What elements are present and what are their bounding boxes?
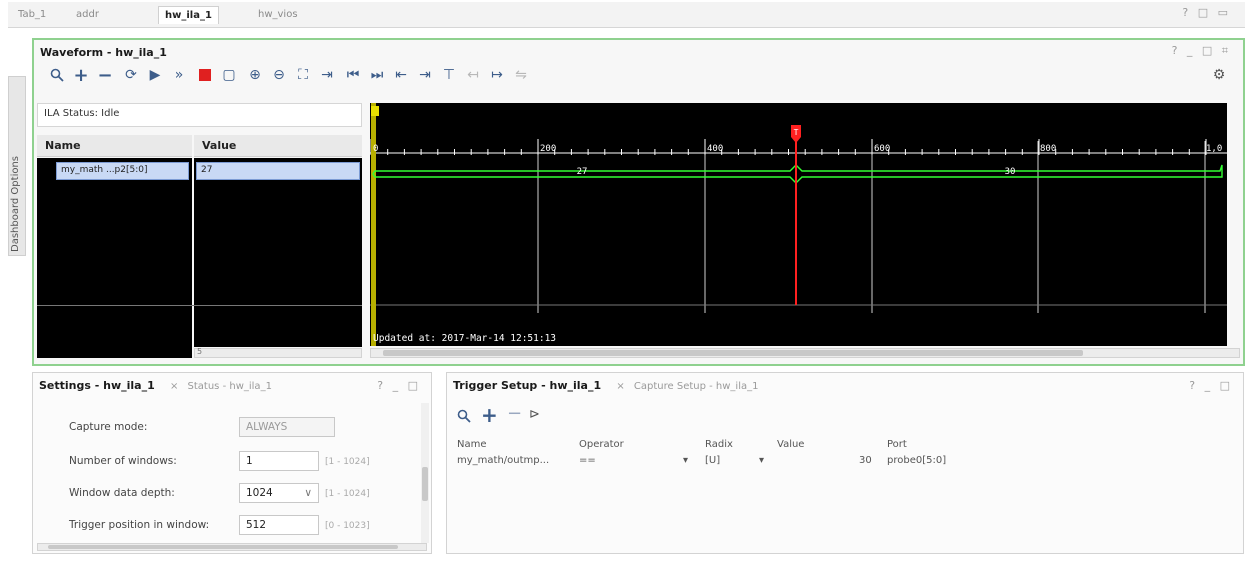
- trigger-add-icon[interactable]: +: [481, 403, 498, 427]
- number-of-windows-label: Number of windows:: [69, 455, 177, 467]
- swap-cursors-icon[interactable]: ⇋: [512, 66, 530, 84]
- trigger-search-icon[interactable]: [457, 409, 471, 427]
- next-transition-icon[interactable]: ⇥: [416, 66, 434, 84]
- stop-icon[interactable]: [196, 66, 214, 84]
- zoom-out-icon[interactable]: ⊖: [270, 66, 288, 84]
- tab-capture-setup[interactable]: Capture Setup - hw_ila_1: [634, 381, 759, 392]
- export-icon[interactable]: ▢: [220, 66, 238, 84]
- operator-chevron-icon[interactable]: ▾: [683, 455, 688, 466]
- add-icon[interactable]: +: [72, 65, 90, 86]
- run-trigger-startup-icon[interactable]: ⟳: [122, 66, 140, 84]
- name-column-body: [37, 158, 192, 358]
- ruler-tick-label: 400: [707, 144, 723, 154]
- settings-window-controls[interactable]: ? _ □: [377, 379, 421, 392]
- trigger-col-port: Port: [887, 439, 907, 450]
- trigger-tabs: Trigger Setup - hw_ila_1 × Capture Setup…: [453, 379, 1233, 392]
- gear-icon[interactable]: ⚙: [1210, 66, 1228, 84]
- radix-chevron-icon[interactable]: ▾: [759, 455, 764, 466]
- trigger-setup-panel: Trigger Setup - hw_ila_1 × Capture Setup…: [446, 372, 1244, 554]
- tab-hw-ila-1[interactable]: hw_ila_1: [158, 6, 219, 24]
- settings-tabs: Settings - hw_ila_1 × Status - hw_ila_1 …: [39, 379, 421, 392]
- scroll-left-arrow[interactable]: 5: [197, 347, 202, 356]
- ila-status: ILA Status: Idle: [37, 103, 362, 127]
- waveform-svg: T 0 200 400 600 800 1,0 27 30 Updated at…: [370, 103, 1227, 346]
- trigger-col-radix: Radix: [705, 439, 733, 450]
- capture-mode-select[interactable]: ALWAYS: [239, 417, 335, 437]
- window-data-depth-value: 1024: [246, 487, 273, 499]
- waveform-canvas[interactable]: T 0 200 400 600 800 1,0 27 30 Updated at…: [370, 103, 1227, 346]
- number-of-windows-input[interactable]: 1: [239, 451, 319, 471]
- zoom-in-icon[interactable]: ⊕: [246, 66, 264, 84]
- ruler-tick-label: 800: [1040, 144, 1056, 154]
- name-column-header[interactable]: Name: [37, 135, 192, 157]
- trigger-row-radix[interactable]: [U]: [705, 455, 720, 466]
- signal-value[interactable]: 27: [196, 162, 360, 180]
- search-icon[interactable]: [48, 66, 66, 84]
- wave-row-divider: [37, 305, 362, 306]
- ruler-tick-label: 0: [373, 144, 378, 154]
- bus-value-label: 27: [577, 167, 588, 177]
- trigger-position-label: Trigger position in window:: [69, 519, 210, 531]
- value-column-body: [194, 158, 362, 347]
- go-to-time-zero-icon[interactable]: ⏮: [344, 66, 362, 84]
- bus-value-label: 30: [1005, 167, 1016, 177]
- trigger-marker-label: T: [794, 128, 799, 137]
- ruler-tick-label: 600: [874, 144, 890, 154]
- trigger-row-name[interactable]: my_math/outmp...: [457, 455, 549, 466]
- trigger-window-controls[interactable]: ? _ □: [1189, 379, 1233, 392]
- updated-timestamp: Updated at: 2017-Mar-14 12:51:13: [373, 333, 556, 344]
- trigger-col-value: Value: [777, 439, 805, 450]
- previous-transition-icon[interactable]: ⇤: [392, 66, 410, 84]
- run-trigger-icon[interactable]: ▶: [146, 66, 164, 84]
- window-data-depth-range: [1 - 1024]: [325, 489, 370, 499]
- trigger-row-port: probe0[5:0]: [887, 455, 947, 466]
- dashboard-options-tab[interactable]: Dashboard Options: [8, 76, 26, 256]
- value-scrollbar[interactable]: 5: [194, 347, 362, 358]
- zoom-cursor-icon[interactable]: ⇥: [318, 66, 336, 84]
- window-data-depth-select[interactable]: 1024 ∨: [239, 483, 319, 503]
- settings-horizontal-scrollbar[interactable]: [37, 543, 427, 551]
- waveform-scroll-thumb[interactable]: [383, 350, 1083, 356]
- dashboard-options-label: Dashboard Options: [10, 155, 21, 252]
- tab-status[interactable]: Status - hw_ila_1: [188, 381, 272, 392]
- trigger-col-operator: Operator: [579, 439, 624, 450]
- trigger-position-range: [0 - 1023]: [325, 521, 370, 531]
- waveform-title: Waveform - hw_ila_1: [40, 46, 167, 59]
- settings-hscroll-thumb[interactable]: [48, 545, 398, 549]
- tab-hw-vios[interactable]: hw_vios: [252, 6, 304, 24]
- trigger-condition-icon[interactable]: ⊳: [529, 407, 540, 422]
- tab-trigger-setup[interactable]: Trigger Setup - hw_ila_1: [453, 379, 601, 392]
- next-marker-icon[interactable]: ↦: [488, 66, 506, 84]
- remove-icon[interactable]: −: [96, 65, 114, 86]
- capture-mode-label: Capture mode:: [69, 421, 148, 433]
- chevron-down-icon[interactable]: ∨: [304, 487, 312, 499]
- trigger-row-value[interactable]: 30: [859, 455, 872, 466]
- settings-panel: Settings - hw_ila_1 × Status - hw_ila_1 …: [32, 372, 432, 554]
- trigger-position-input[interactable]: 512: [239, 515, 319, 535]
- settings-scroll-thumb[interactable]: [422, 467, 428, 501]
- editor-tab-bar: Tab_1 addr hw_ila_1 hw_vios ? □ ▭: [8, 2, 1245, 28]
- add-marker-icon[interactable]: ⊤: [440, 66, 458, 84]
- previous-marker-icon[interactable]: ↤: [464, 66, 482, 84]
- trigger-remove-icon[interactable]: −: [507, 403, 522, 424]
- go-to-last-time-icon[interactable]: ⏭: [368, 66, 386, 84]
- number-of-windows-range: [1 - 1024]: [325, 457, 370, 467]
- settings-vertical-scrollbar[interactable]: [421, 403, 429, 543]
- value-column-header[interactable]: Value: [194, 135, 362, 157]
- ruler-tick-label: 1,0: [1206, 144, 1222, 154]
- waveform-window-controls[interactable]: ? _ □ ⌗: [1172, 44, 1231, 58]
- window-data-depth-label: Window data depth:: [69, 487, 175, 499]
- ruler-tick-label: 200: [540, 144, 556, 154]
- signal-name[interactable]: my_math ...p2[5:0]: [56, 162, 189, 180]
- run-immediate-icon[interactable]: »: [170, 66, 188, 84]
- tab-addr[interactable]: addr: [70, 6, 105, 24]
- zoom-fit-icon[interactable]: ⛶: [294, 66, 312, 84]
- tab-1[interactable]: Tab_1: [12, 6, 52, 24]
- window-controls[interactable]: ? □ ▭: [1182, 6, 1231, 19]
- trigger-row-operator[interactable]: ==: [579, 455, 596, 466]
- trigger-col-name: Name: [457, 439, 487, 450]
- tab-settings[interactable]: Settings - hw_ila_1: [39, 379, 155, 392]
- waveform-scrollbar[interactable]: [370, 348, 1240, 358]
